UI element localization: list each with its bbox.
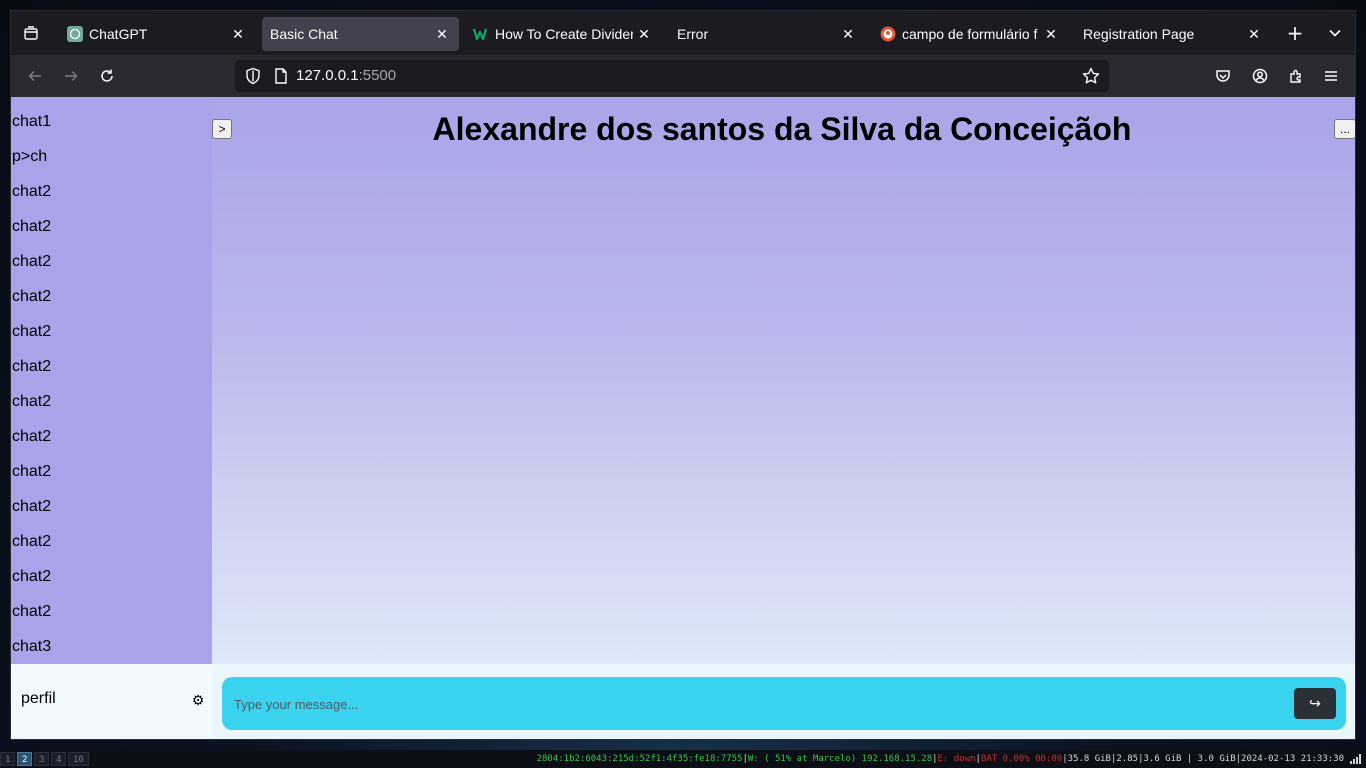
close-tab-icon[interactable]: ✕ [1040,23,1062,45]
tab-registration-page[interactable]: Registration Page ✕ [1075,17,1271,51]
ethernet-status: E: down [937,754,976,764]
workspace-button[interactable]: 10 [68,752,89,766]
wifi-status: W: ( 51% at Marcelo) 192.168.15.28 [747,754,933,764]
system-status-bar: 1 2 3 4 10 2804:1b2:6043:215d:52f1:4f35:… [0,750,1366,768]
chat-list-item[interactable]: p>ch [12,146,47,168]
chat-list-item[interactable]: chat2 [12,426,51,448]
disk-usage: 35.8 GiB [1067,754,1111,764]
address-bar[interactable]: 127.0.0.1:5500 [235,60,1109,92]
chat-list-item[interactable]: chat2 [12,356,51,378]
back-icon[interactable] [21,62,49,90]
chat-list-item[interactable]: chat2 [12,181,51,203]
page-title: Alexandre dos santos da Silva da Conceiç… [432,111,1132,147]
w3schools-icon [473,26,489,42]
url-port: :5500 [358,67,397,84]
tab-title: Registration Page [1083,26,1195,42]
navigation-toolbar: 127.0.0.1:5500 [11,55,1355,97]
tab-campo-formulario[interactable]: campo de formulário f ✕ [872,17,1068,51]
profile-label: perfil [21,690,56,707]
chat-list-item[interactable]: chat2 [12,391,51,413]
browser-window: ChatGPT ✕ Basic Chat ✕ How To Create Div… [10,10,1356,740]
workspace-button[interactable]: 4 [51,752,67,766]
url-host: 127.0.0.1 [296,67,359,84]
tab-title: campo de formulário f [902,26,1038,42]
signal-strength-icon [1350,754,1362,764]
chat-list-item[interactable]: chat2 [12,496,51,518]
chat-list-item[interactable]: chat2 [12,601,51,623]
reload-icon[interactable] [93,62,121,90]
workspace-button-active[interactable]: 2 [17,752,33,766]
message-bar: ↪ [222,677,1346,730]
workspace-button[interactable]: 1 [0,752,16,766]
close-tab-icon[interactable]: ✕ [227,23,249,45]
chat-list-item[interactable]: chat2 [12,216,51,238]
workspace-button[interactable]: 3 [34,752,50,766]
close-tab-icon[interactable]: ✕ [837,23,859,45]
memory-usage: 3.6 GiB | 3.0 GiB [1143,754,1236,764]
chat-list-item[interactable]: chat2 [12,531,51,553]
gear-icon[interactable]: ⚙ [189,692,207,710]
bookmark-star-icon[interactable] [1081,66,1101,86]
tab-bar: ChatGPT ✕ Basic Chat ✕ How To Create Div… [11,11,1355,55]
more-options-button[interactable]: ... [1334,119,1355,139]
chatgpt-icon [67,26,83,42]
cpu-load: 2.85 [1116,754,1139,764]
page-content: chat1 p>ch chat2 chat2 chat2 chat2 chat2… [11,97,1355,739]
ipv6-address: 2804:1b2:6043:215d:52f1:4f35:fe18:7755 [536,754,743,764]
url-text[interactable]: 127.0.0.1:5500 [296,67,396,84]
chat-sidebar: chat1 p>ch chat2 chat2 chat2 chat2 chat2… [11,97,212,664]
chat-list-item[interactable]: chat2 [12,321,51,343]
chat-list-item[interactable]: chat2 [12,251,51,273]
pocket-icon[interactable] [1209,62,1237,90]
tab-basic-chat[interactable]: Basic Chat ✕ [262,17,459,51]
tab-title: Basic Chat [270,26,338,42]
date-time: 2024-02-13 21:33:30 [1241,754,1344,764]
chat-list-item[interactable]: chat1 [12,111,51,133]
tab-how-to-create-divider[interactable]: How To Create Divider ✕ [465,17,661,51]
tab-title: How To Create Divider [495,26,633,42]
profile-panel[interactable]: perfil ⚙ [11,664,212,739]
duckduckgo-icon [880,26,896,42]
tab-title: Error [677,26,709,42]
account-icon[interactable] [1246,62,1274,90]
battery-status: BAT 0.00% 00:00 [980,754,1063,764]
sidebar-toggle-button[interactable]: > [212,119,232,139]
shield-icon[interactable] [243,66,263,86]
page-icon[interactable] [271,66,291,86]
menu-icon[interactable] [1317,62,1345,90]
forward-icon[interactable] [57,62,85,90]
close-tab-icon[interactable]: ✕ [1243,23,1265,45]
chat-list-item[interactable]: chat2 [12,286,51,308]
extensions-icon[interactable] [1282,62,1310,90]
chat-list-item[interactable]: chat2 [12,461,51,483]
tab-error[interactable]: Error ✕ [669,17,865,51]
send-button[interactable]: ↪ [1294,688,1336,719]
close-tab-icon[interactable]: ✕ [431,23,453,45]
chat-list-item[interactable]: chat3 [12,636,51,658]
message-input[interactable] [234,689,1274,719]
tab-chatgpt[interactable]: ChatGPT ✕ [59,17,255,51]
tab-title: ChatGPT [89,26,148,42]
chevron-down-icon[interactable] [1321,19,1349,47]
chat-list-item[interactable]: chat2 [12,566,51,588]
status-indicators: 2804:1b2:6043:215d:52f1:4f35:fe18:7755|W… [536,754,1344,764]
composer-area: perfil ⚙ ↪ [11,664,1355,739]
tab-overview-icon[interactable] [17,19,45,47]
close-tab-icon[interactable]: ✕ [633,23,655,45]
new-tab-icon[interactable]: + [1281,19,1309,47]
